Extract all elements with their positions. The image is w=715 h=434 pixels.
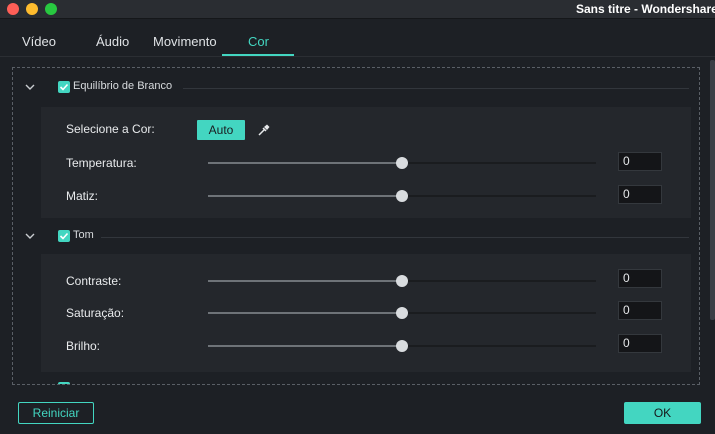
next-section-header — [23, 380, 699, 384]
white-balance-checkbox[interactable] — [58, 81, 70, 93]
tone-group: Contraste: 0 Saturação: 0 Brilho: 0 — [41, 254, 691, 372]
brightness-slider[interactable] — [208, 339, 596, 353]
checkmark-icon — [59, 83, 69, 91]
auto-button[interactable]: Auto — [197, 120, 245, 140]
maximize-window-button[interactable] — [45, 3, 57, 15]
slider-knob[interactable] — [396, 157, 408, 169]
color-settings-panel: Equilíbrio de Branco Selecione a Cor: Au… — [12, 67, 700, 385]
white-balance-group: Selecione a Cor: Auto Temperatura: 0 Mat… — [41, 107, 691, 218]
eyedropper-icon[interactable] — [257, 123, 271, 137]
checkmark-icon — [59, 232, 69, 240]
slider-knob[interactable] — [396, 307, 408, 319]
ok-button[interactable]: OK — [624, 402, 701, 424]
tab-video[interactable]: Vídeo — [22, 34, 56, 54]
minimize-window-button[interactable] — [26, 3, 38, 15]
white-balance-header: Equilíbrio de Branco — [23, 79, 699, 97]
saturation-value-field[interactable]: 0 — [618, 301, 662, 320]
contrast-slider[interactable] — [208, 274, 596, 288]
brightness-label: Brilho: — [66, 339, 101, 353]
tint-slider[interactable] — [208, 189, 596, 203]
slider-knob[interactable] — [396, 275, 408, 287]
slider-knob[interactable] — [396, 190, 408, 202]
tint-value-field[interactable]: 0 — [618, 185, 662, 204]
tint-label: Matiz: — [66, 189, 99, 203]
temperature-label: Temperatura: — [66, 156, 137, 170]
saturation-slider[interactable] — [208, 306, 596, 320]
slider-track-remaining — [402, 195, 596, 197]
chevron-down-icon[interactable] — [23, 229, 37, 243]
tab-cor[interactable]: Cor — [248, 34, 269, 54]
slider-track-remaining — [402, 280, 596, 282]
close-window-button[interactable] — [7, 3, 19, 15]
chevron-down-icon[interactable] — [23, 80, 37, 94]
contrast-value-field[interactable]: 0 — [618, 269, 662, 288]
contrast-label: Contraste: — [66, 274, 122, 288]
slider-knob[interactable] — [396, 340, 408, 352]
title-bar: Sans titre - Wondershare Fi — [0, 0, 715, 19]
white-balance-label: Equilíbrio de Branco — [73, 80, 173, 92]
section-divider — [101, 237, 689, 238]
temperature-value-field[interactable]: 0 — [618, 152, 662, 171]
tab-bar: Vídeo Áudio Movimento Cor — [0, 34, 715, 56]
saturation-label: Saturação: — [66, 306, 125, 320]
slider-track-remaining — [402, 312, 596, 314]
section-divider — [183, 88, 689, 89]
brightness-value-field[interactable]: 0 — [618, 334, 662, 353]
temperature-slider[interactable] — [208, 156, 596, 170]
tab-audio[interactable]: Áudio — [96, 34, 129, 54]
tone-header: Tom — [23, 228, 699, 246]
tab-movimento[interactable]: Movimento — [153, 34, 217, 54]
tab-divider — [0, 56, 715, 57]
slider-track-remaining — [402, 162, 596, 164]
reset-button[interactable]: Reiniciar — [18, 402, 94, 424]
window-title: Sans titre - Wondershare Fi — [576, 2, 715, 16]
next-section-checkbox[interactable] — [58, 382, 70, 384]
scrollbar[interactable] — [710, 60, 715, 320]
tone-label: Tom — [73, 229, 94, 241]
select-color-label: Selecione a Cor: — [66, 122, 155, 136]
slider-track-remaining — [402, 345, 596, 347]
tone-checkbox[interactable] — [58, 230, 70, 242]
